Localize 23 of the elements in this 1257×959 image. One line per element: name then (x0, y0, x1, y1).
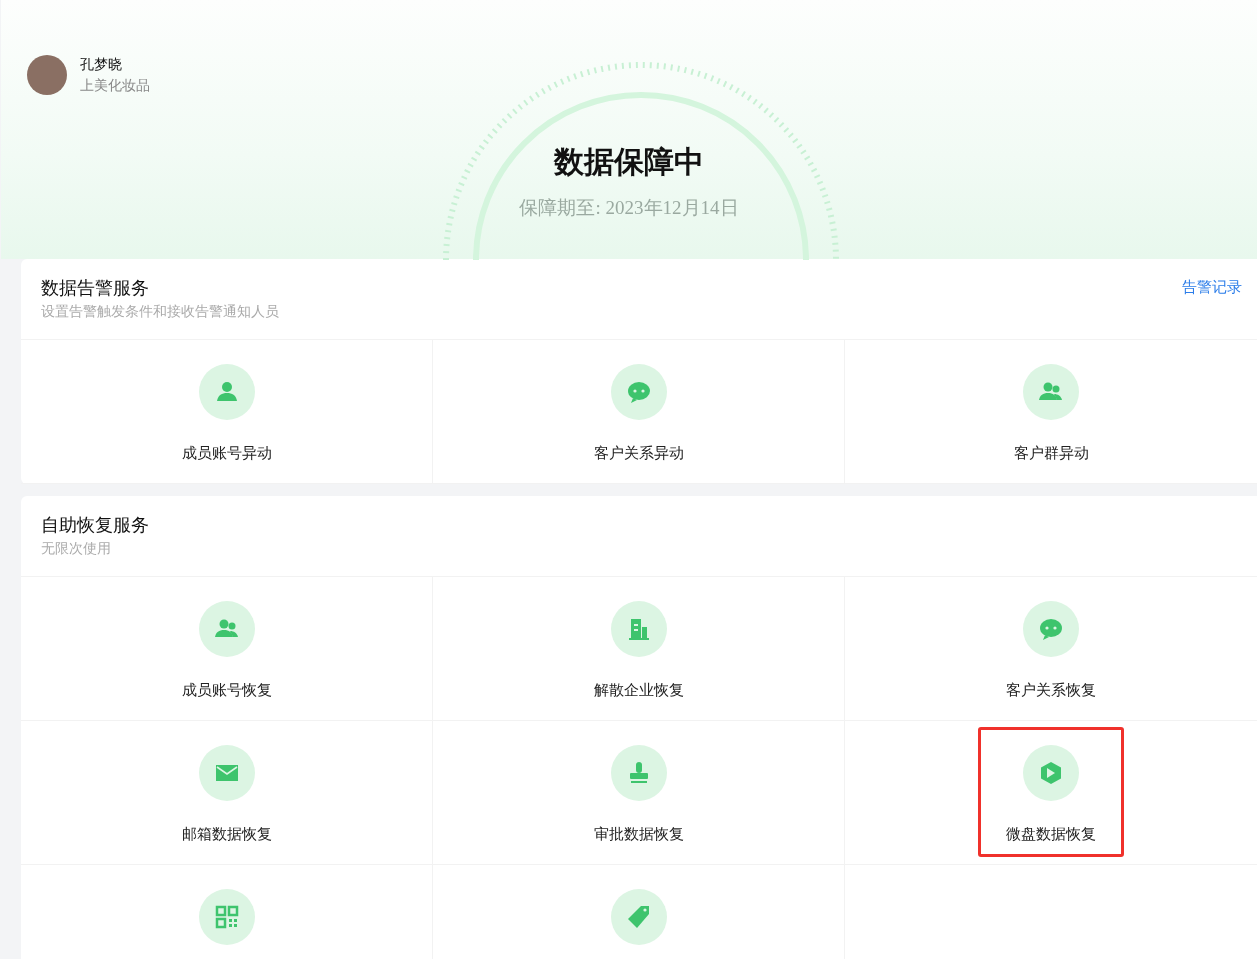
service-tile[interactable]: 微盘数据恢复 (845, 721, 1257, 865)
expiry-date: 保障期至: 2023年12月14日 (518, 196, 740, 220)
section-title: 自助恢复服务 (41, 513, 149, 537)
chat-bubble-icon (1023, 601, 1079, 657)
service-tile[interactable]: 客户关系异动 (433, 340, 845, 484)
service-tile[interactable]: 客户群异动 (845, 340, 1257, 484)
highlight-frame: 微盘数据恢复 (978, 727, 1124, 857)
section-title: 数据告警服务 (41, 276, 150, 300)
hexagon-play-icon (1023, 745, 1079, 801)
service-tile[interactable]: 解散企业恢复 (433, 577, 845, 721)
section-subtitle: 无限次使用 (41, 540, 112, 558)
alert-log-link[interactable]: 告警记录 (1182, 278, 1242, 297)
service-tile[interactable]: 邮箱数据恢复 (21, 721, 433, 865)
service-tile[interactable]: 成员账号恢复 (21, 577, 433, 721)
avatar (27, 55, 67, 95)
service-tile[interactable]: 客户关系恢复 (845, 577, 1257, 721)
status-title: 数据保障中 (552, 143, 705, 181)
people-icon (1023, 364, 1079, 420)
company-name: 上美化妆品 (80, 76, 150, 95)
service-tile[interactable]: 成员账号异动 (21, 340, 433, 484)
service-tile[interactable]: 审批数据恢复 (433, 721, 845, 865)
section-subtitle: 设置告警触发条件和接收告警通知人员 (41, 303, 279, 321)
user-name: 孔梦晓 (80, 55, 123, 74)
